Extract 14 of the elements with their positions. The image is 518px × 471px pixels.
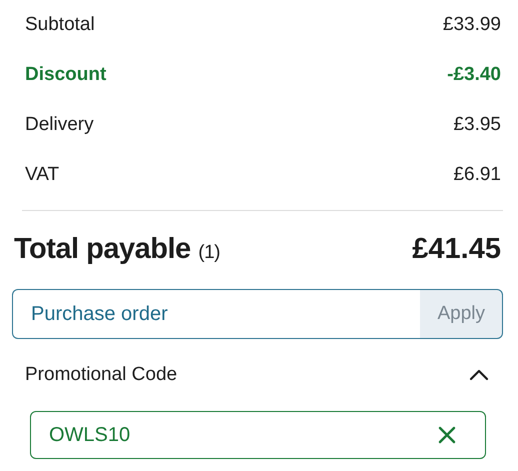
total-value: £41.45 [412,232,501,268]
summary-value: -£3.40 [447,62,501,87]
promo-code-label: Promotional Code [25,362,178,387]
summary-label: VAT [25,162,60,187]
chevron-icon[interactable] [469,368,489,381]
total-label: Total payable (1) [14,232,220,268]
summary-label: Subtotal [25,12,95,37]
summary-value: £6.91 [453,162,501,187]
summary-value: £3.95 [453,112,501,137]
clear-icon[interactable] [438,426,456,444]
summary-label: Discount [25,62,106,87]
summary-value: £33.99 [442,12,501,37]
summary-label: Delivery [25,112,94,137]
promo-code-field[interactable]: OWLS10 [30,411,486,459]
